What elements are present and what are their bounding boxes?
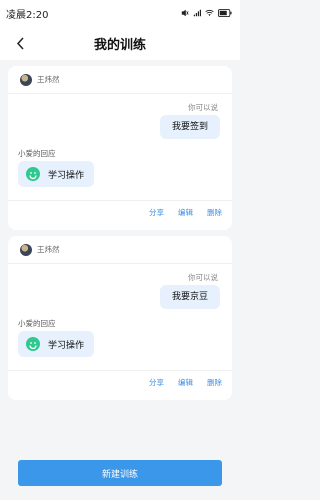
back-button[interactable] [10, 33, 30, 53]
battery-icon [218, 9, 232, 17]
card-actions: 分享 编辑 删除 [149, 377, 222, 388]
training-card: 王炜然 你可以说 我要签到 小爱的回应 学习操作 分享 编辑 删除 [8, 66, 232, 230]
reply-label: 小爱的回应 [18, 149, 56, 158]
username: 王炜然 [37, 75, 60, 84]
command-bubble: 我要签到 [159, 115, 220, 139]
say-hint: 你可以说 [188, 273, 218, 282]
share-button[interactable]: 分享 [149, 207, 164, 218]
reply-bubble[interactable]: 学习操作 [18, 161, 95, 187]
share-button[interactable]: 分享 [149, 377, 164, 388]
training-list: 王炜然 你可以说 我要签到 小爱的回应 学习操作 分享 编辑 删除 王炜然 你可… [0, 60, 240, 400]
divider [8, 200, 232, 201]
smiley-icon [26, 337, 40, 351]
status-bar: 凌晨2:20 [0, 0, 240, 26]
new-training-button[interactable]: 新建训练 [18, 460, 222, 486]
nav-bar: 我的训练 [0, 26, 240, 60]
avatar [20, 73, 32, 86]
card-header: 王炜然 [8, 66, 232, 94]
smiley-icon [26, 167, 40, 181]
avatar [20, 243, 32, 256]
reply-bubble[interactable]: 学习操作 [18, 331, 95, 357]
command-bubble: 我要京豆 [159, 285, 220, 309]
training-card: 王炜然 你可以说 我要京豆 小爱的回应 学习操作 分享 编辑 删除 [8, 236, 232, 400]
say-hint: 你可以说 [188, 103, 218, 112]
page-title: 我的训练 [93, 37, 146, 53]
reply-text: 学习操作 [48, 340, 85, 351]
signal-icon [193, 9, 201, 17]
mute-icon [181, 9, 189, 17]
reply-text: 学习操作 [48, 170, 85, 181]
card-actions: 分享 编辑 删除 [149, 207, 222, 218]
status-time: 凌晨2:20 [6, 9, 49, 21]
card-header: 王炜然 [8, 236, 232, 264]
wifi-icon [205, 9, 214, 16]
status-icons [181, 9, 232, 17]
reply-label: 小爱的回应 [18, 319, 56, 328]
delete-button[interactable]: 删除 [207, 377, 222, 388]
edit-button[interactable]: 编辑 [178, 377, 193, 388]
divider [8, 370, 232, 371]
edit-button[interactable]: 编辑 [178, 207, 193, 218]
delete-button[interactable]: 删除 [207, 207, 222, 218]
chevron-left-icon [16, 36, 24, 50]
username: 王炜然 [37, 245, 60, 254]
